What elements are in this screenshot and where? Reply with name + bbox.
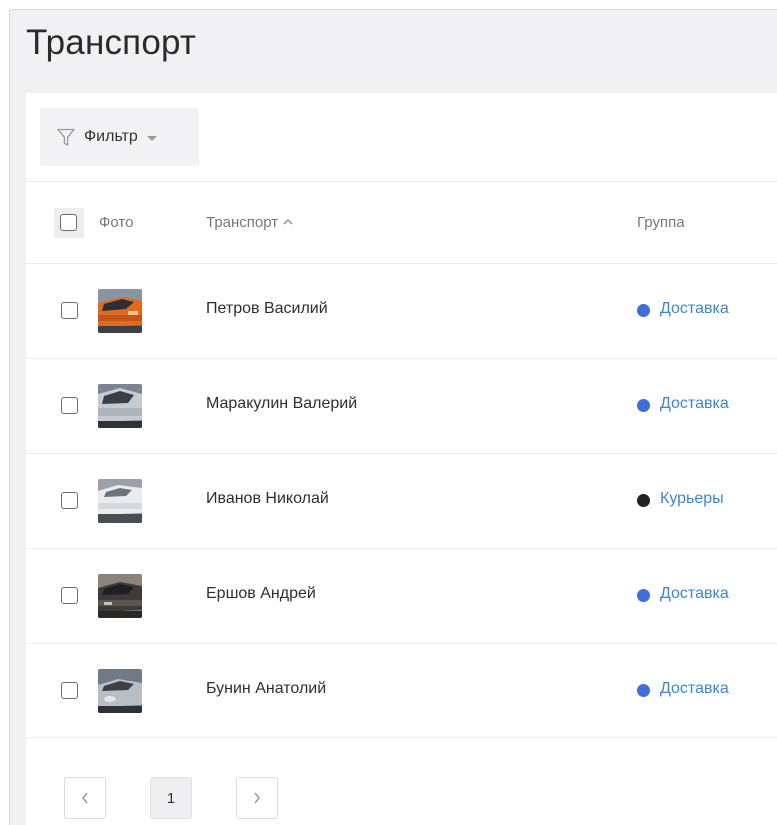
table-header: Фото Транспорт Группа bbox=[26, 182, 777, 264]
table-row[interactable]: Бунин Анатолий Доставка bbox=[26, 644, 777, 738]
vehicle-photo bbox=[98, 479, 142, 523]
group-color-dot bbox=[637, 683, 650, 697]
pagination: 1 bbox=[26, 749, 777, 825]
select-all-checkbox[interactable] bbox=[60, 214, 77, 231]
group-color-dot bbox=[637, 303, 650, 317]
row-checkbox[interactable] bbox=[61, 492, 78, 509]
funnel-icon bbox=[57, 128, 75, 146]
filter-button[interactable]: Фильтр bbox=[40, 108, 199, 166]
vehicle-photo bbox=[98, 669, 142, 713]
column-header-transport[interactable]: Транспорт bbox=[206, 214, 293, 231]
vehicle-name: Иванов Николай bbox=[206, 490, 329, 507]
row-checkbox[interactable] bbox=[61, 587, 78, 604]
vehicle-photo bbox=[98, 384, 142, 428]
vehicle-photo bbox=[98, 289, 142, 333]
chevron-right-icon bbox=[254, 792, 260, 804]
group-label: Доставка bbox=[660, 680, 729, 697]
filter-label: Фильтр bbox=[84, 128, 138, 145]
vehicle-name: Ершов Андрей bbox=[206, 585, 316, 602]
page-number-button[interactable]: 1 bbox=[150, 777, 192, 819]
vehicle-name: Бунин Анатолий bbox=[206, 680, 327, 697]
column-header-group: Группа bbox=[637, 214, 685, 231]
table-row[interactable]: Ершов Андрей Доставка bbox=[26, 549, 777, 644]
group-link[interactable]: Курьеры bbox=[637, 490, 724, 508]
content-card: Фильтр Фото Транспорт Группа Петров Васи… bbox=[26, 93, 777, 825]
group-color-dot bbox=[637, 588, 650, 602]
column-header-photo: Фото bbox=[99, 214, 134, 231]
page-title: Транспорт bbox=[26, 23, 197, 62]
group-label: Доставка bbox=[660, 300, 729, 317]
vehicle-name: Маракулин Валерий bbox=[206, 395, 358, 412]
group-label: Доставка bbox=[660, 585, 729, 602]
select-all-wrapper bbox=[54, 208, 84, 238]
row-checkbox[interactable] bbox=[61, 302, 78, 319]
vehicle-photo bbox=[98, 574, 142, 618]
app-frame: Транспорт Фильтр Фото Транспорт Группа П… bbox=[9, 9, 777, 825]
group-label: Курьеры bbox=[660, 490, 724, 507]
column-header-transport-label: Транспорт bbox=[206, 214, 279, 231]
row-checkbox[interactable] bbox=[61, 682, 78, 699]
vehicle-name: Петров Василий bbox=[206, 300, 328, 317]
group-link[interactable]: Доставка bbox=[637, 680, 729, 698]
row-checkbox[interactable] bbox=[61, 397, 78, 414]
transport-table: Фото Транспорт Группа Петров Василий Дос… bbox=[26, 182, 777, 738]
group-link[interactable]: Доставка bbox=[637, 300, 729, 318]
previous-page-button[interactable] bbox=[64, 777, 106, 819]
group-label: Доставка bbox=[660, 395, 729, 412]
toolbar: Фильтр bbox=[26, 93, 777, 182]
caret-down-icon bbox=[146, 135, 157, 141]
table-row[interactable]: Иванов Николай Курьеры bbox=[26, 454, 777, 549]
group-link[interactable]: Доставка bbox=[637, 395, 729, 413]
chevron-left-icon bbox=[82, 792, 88, 804]
group-link[interactable]: Доставка bbox=[637, 585, 729, 603]
table-row[interactable]: Петров Василий Доставка bbox=[26, 264, 777, 359]
sort-ascending-icon bbox=[283, 219, 293, 225]
next-page-button[interactable] bbox=[236, 777, 278, 819]
group-color-dot bbox=[637, 493, 650, 507]
table-row[interactable]: Маракулин Валерий Доставка bbox=[26, 359, 777, 454]
group-color-dot bbox=[637, 398, 650, 412]
